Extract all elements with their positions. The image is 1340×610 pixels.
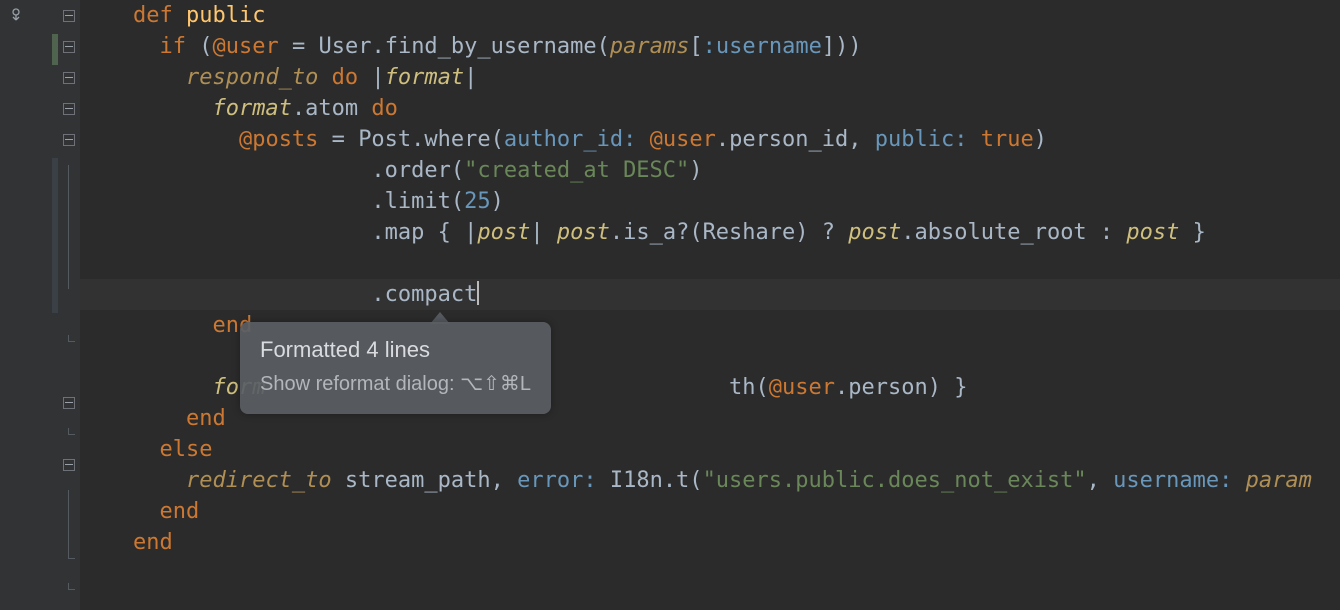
code-line-current[interactable]: .compact bbox=[80, 279, 1340, 310]
code-line[interactable]: end bbox=[80, 496, 1340, 527]
code-line[interactable]: redirect_to stream_path, error: I18n.t("… bbox=[80, 465, 1340, 496]
implements-icon[interactable] bbox=[8, 6, 32, 26]
gutter bbox=[0, 0, 80, 610]
code-editor[interactable]: def public if (@user = User.find_by_user… bbox=[0, 0, 1340, 610]
vcs-change-marker[interactable] bbox=[52, 158, 58, 313]
fold-toggle-icon[interactable] bbox=[63, 397, 75, 409]
code-line[interactable]: .map { |post| post.is_a?(Reshare) ? post… bbox=[80, 217, 1340, 248]
code-line[interactable]: .order("created_at DESC") bbox=[80, 155, 1340, 186]
fold-column[interactable] bbox=[62, 0, 76, 610]
reformat-tooltip[interactable]: Formatted 4 lines Show reformat dialog: … bbox=[240, 322, 551, 414]
code-line[interactable]: end bbox=[80, 527, 1340, 558]
code-area[interactable]: def public if (@user = User.find_by_user… bbox=[80, 0, 1340, 610]
tooltip-hint: Show reformat dialog: ⌥⇧⌘L bbox=[260, 369, 531, 400]
code-line[interactable]: if (@user = User.find_by_username(params… bbox=[80, 31, 1340, 62]
fold-toggle-icon[interactable] bbox=[63, 459, 75, 471]
fold-line-icon bbox=[68, 165, 69, 289]
code-line[interactable]: format.atom do bbox=[80, 93, 1340, 124]
text-caret bbox=[477, 281, 479, 305]
fold-toggle-icon[interactable] bbox=[63, 134, 75, 146]
tooltip-title: Formatted 4 lines bbox=[260, 334, 531, 365]
code-line[interactable]: @posts = Post.where(author_id: @user.per… bbox=[80, 124, 1340, 155]
code-line[interactable]: else bbox=[80, 434, 1340, 465]
vcs-change-marker[interactable] bbox=[52, 34, 58, 65]
fold-end-icon bbox=[68, 428, 75, 435]
code-line[interactable]: def public bbox=[80, 0, 1340, 31]
fold-end-icon bbox=[68, 583, 75, 590]
code-line[interactable]: .limit(25) bbox=[80, 186, 1340, 217]
fold-end-icon bbox=[68, 552, 75, 559]
fold-toggle-icon[interactable] bbox=[63, 41, 75, 53]
fold-line-icon bbox=[68, 490, 69, 552]
fold-toggle-icon[interactable] bbox=[63, 72, 75, 84]
fold-toggle-icon[interactable] bbox=[63, 10, 75, 22]
fold-toggle-icon[interactable] bbox=[63, 103, 75, 115]
code-line[interactable]: respond_to do |format| bbox=[80, 62, 1340, 93]
fold-end-icon bbox=[68, 335, 75, 342]
